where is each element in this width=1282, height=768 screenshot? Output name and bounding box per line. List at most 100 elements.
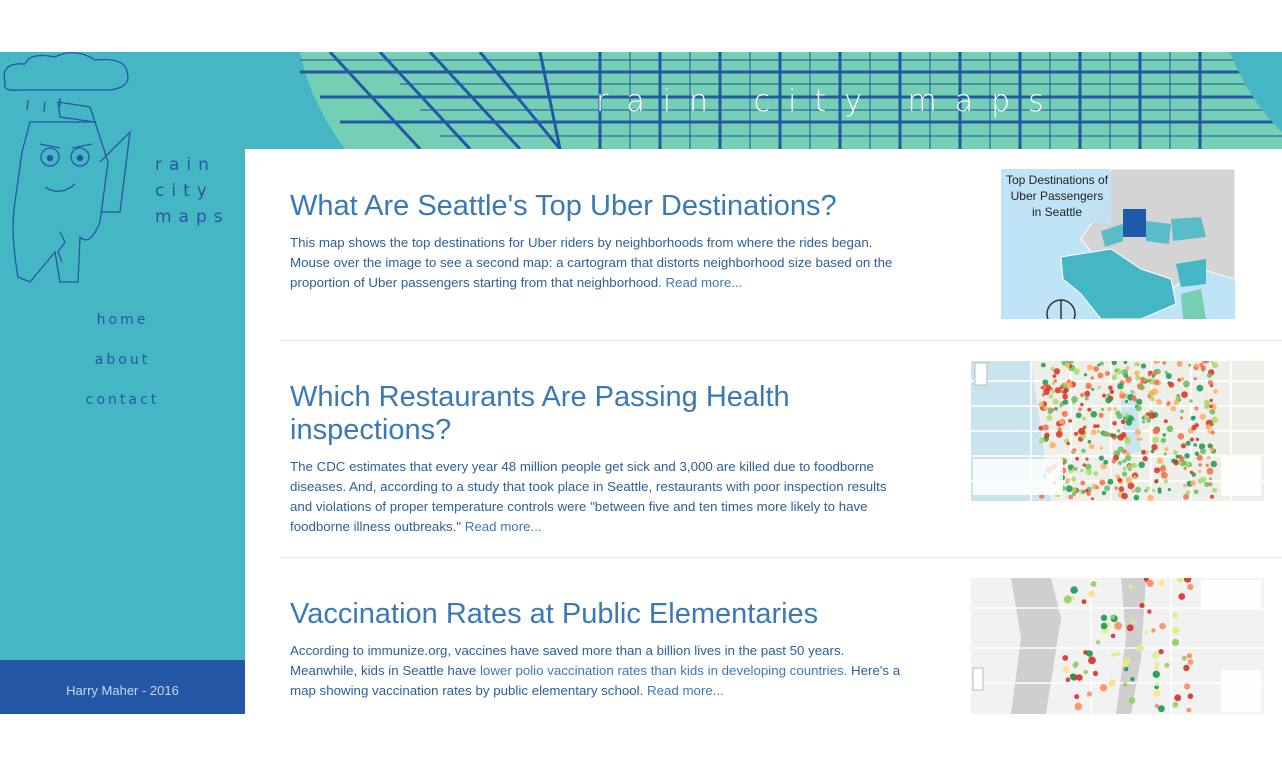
restaurant-dot [1105,371,1110,376]
read-more-link[interactable]: Read more... [465,519,542,534]
nav-home[interactable]: home [0,310,245,350]
post-title-restaurants[interactable]: Which Restaurants Are Passing Health ins… [290,381,930,447]
restaurant-dot [1124,412,1130,417]
read-more-link[interactable]: Read more... [666,275,743,290]
restaurant-dot [1041,384,1047,390]
restaurant-dot [1090,429,1097,436]
restaurant-dot [1068,494,1074,500]
restaurant-dot [1207,380,1214,386]
school-dot [1151,628,1156,633]
school-dot [1172,612,1179,619]
restaurant-dot [1163,452,1167,456]
restaurant-dot [1114,486,1118,490]
restaurant-dot [1135,405,1142,412]
restaurant-dot [1206,467,1214,475]
restaurant-dot [1120,432,1127,438]
school-dot [1072,663,1078,669]
restaurant-dot [1053,368,1061,375]
read-more-link[interactable]: Read more... [647,683,724,698]
school-dot [1074,702,1083,711]
restaurant-dot [1193,377,1197,381]
restaurant-dot [1179,416,1184,420]
restaurant-dot [1127,482,1135,490]
restaurant-dot [1189,437,1194,442]
restaurant-dot [1055,430,1063,438]
restaurant-dot [1117,446,1124,453]
restaurant-dot [1107,478,1114,485]
school-dot [1172,701,1179,708]
restaurant-dot [1157,489,1162,494]
restaurant-dot [1177,433,1185,440]
restaurant-dot [1051,381,1055,385]
restaurant-dot [1198,463,1202,467]
restaurant-dot [1051,389,1056,394]
restaurant-dot [1170,405,1177,412]
restaurant-dot [1085,457,1089,461]
school-dot [1114,622,1123,630]
school-dot [1090,581,1097,588]
restaurant-dot [1099,361,1104,366]
restaurant-dot [1171,458,1176,464]
school-dot [1086,650,1093,657]
restaurant-dot [1164,447,1169,452]
school-dot [1069,673,1076,680]
banner-title: rain city maps [596,84,1062,119]
nav-contact[interactable]: contact [0,390,245,430]
school-dot [1128,584,1133,590]
school-dot [1187,659,1194,665]
restaurant-dot [1102,393,1107,398]
school-dot [1147,609,1152,614]
restaurant-dot [1139,437,1143,441]
sidebar: rain city maps home about contact Harry … [0,52,245,714]
restaurant-dot [1063,387,1069,393]
restaurant-dot [1148,412,1156,419]
post-title-uber[interactable]: What Are Seattle's Top Uber Destinations… [290,190,930,223]
restaurant-dot [1184,453,1190,459]
restaurant-map-thumbnail[interactable] [971,361,1264,501]
restaurant-dot [1132,475,1137,480]
restaurant-dot [1209,404,1213,408]
post-excerpt-restaurants: The CDC estimates that every year 48 mil… [290,457,905,537]
school-dot [1152,670,1160,678]
restaurant-dot [1116,412,1123,420]
restaurant-dot [1095,485,1099,490]
restaurant-dot [1213,389,1218,394]
restaurant-dot [1162,433,1166,437]
restaurant-dot [1084,390,1091,397]
school-dot [1100,614,1108,621]
restaurant-dot [1173,399,1179,406]
nav-about[interactable]: about [0,350,245,390]
restaurant-dot [1061,410,1068,417]
polio-article-link[interactable]: lower polio vaccination rates than kids … [480,663,847,678]
uber-map-graphic: Top Destinations of Uber Passengers in S… [1001,169,1235,319]
post-title-vaccination[interactable]: Vaccination Rates at Public Elementaries [290,598,930,631]
thumb-title-line: Top Destinations of [1006,173,1109,187]
restaurant-dot [1152,436,1159,444]
school-dot [1121,661,1128,668]
restaurant-dot [1209,447,1215,453]
restaurant-dot [1146,418,1152,423]
school-dot [1144,630,1149,635]
restaurant-dot [1075,456,1079,461]
uber-map-thumbnail[interactable]: Top Destinations of Uber Passengers in S… [1001,169,1235,319]
restaurant-dot [1066,382,1073,389]
restaurant-dot [1127,464,1132,469]
restaurant-dot [1052,398,1059,405]
restaurant-dot [1141,449,1147,455]
restaurant-dot [1193,489,1199,495]
restaurant-dot [1122,466,1128,471]
vaccination-map-thumbnail[interactable] [971,578,1264,714]
logo-line: rain [155,155,216,175]
post-excerpt-text: This map shows the top destinations for … [290,235,893,290]
restaurant-dot [1065,485,1073,493]
restaurant-dot [1126,451,1130,456]
school-dot [1065,677,1071,682]
restaurant-dot [1091,387,1095,391]
restaurant-dot [1196,384,1204,392]
restaurant-dot [1209,398,1213,403]
restaurant-dot [1135,375,1141,381]
restaurant-dot [1117,477,1123,483]
logo-line: maps [155,207,230,227]
restaurant-dot [1211,362,1219,369]
restaurant-dot [1041,362,1046,368]
